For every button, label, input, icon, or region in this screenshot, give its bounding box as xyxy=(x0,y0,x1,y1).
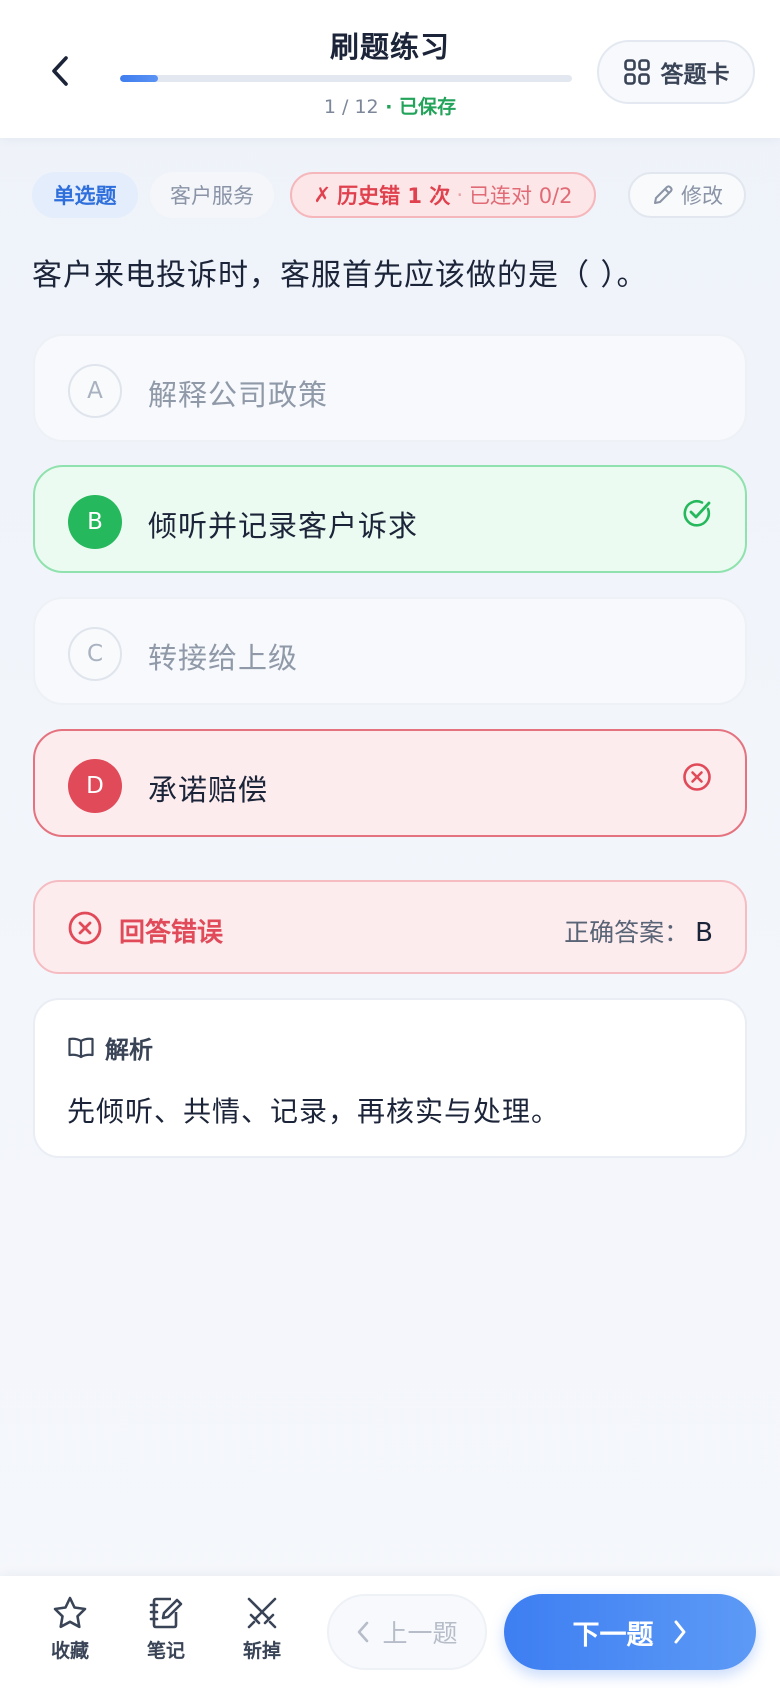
edit-label: 修改 xyxy=(681,184,723,208)
previous-question-button[interactable]: 上一题 xyxy=(327,1594,487,1670)
option-text: 承诺赔偿 xyxy=(148,773,269,807)
option-c[interactable]: C 转接给上级 xyxy=(33,597,747,705)
favorite-button[interactable]: 收藏 xyxy=(35,1594,105,1670)
answer-card-label: 答题卡 xyxy=(660,62,730,88)
star-icon xyxy=(53,1596,87,1629)
analysis-heading: 解析 xyxy=(67,1030,153,1065)
answer-card-button[interactable]: 答题卡 xyxy=(597,40,755,104)
analysis-card: 解析 先倾听、共情、记录，再核实与处理。 xyxy=(33,998,747,1158)
previous-question-label: 上一题 xyxy=(382,1619,458,1648)
option-a[interactable]: A 解释公司政策 xyxy=(33,334,747,442)
history-wrong-count: 历史错 1 次 xyxy=(337,184,451,208)
remove-label: 斩掉 xyxy=(242,1640,281,1662)
history-streak: 已连对 0/2 xyxy=(469,184,573,208)
history-wrong-mark: ✗ xyxy=(313,183,332,207)
next-question-button[interactable]: 下一题 xyxy=(504,1594,756,1670)
progress-bar xyxy=(120,75,572,82)
option-text: 转接给上级 xyxy=(148,641,299,675)
x-circle-icon xyxy=(683,763,711,791)
analysis-body: 先倾听、共情、记录，再核实与处理。 xyxy=(67,1095,561,1128)
chevron-left-icon xyxy=(358,1621,369,1643)
question-text: 客户来电投诉时，客服首先应该做的是（ ）。 xyxy=(32,258,648,293)
category-tag: 客户服务 xyxy=(150,172,274,218)
bottom-toolbar: 收藏 笔记 斩掉 上一题 下一题 xyxy=(0,1576,780,1688)
x-circle-icon xyxy=(68,911,102,945)
history-separator: · xyxy=(456,183,464,207)
book-open-icon xyxy=(68,1037,94,1058)
history-badge: ✗ 历史错 1 次 · 已连对 0/2 xyxy=(290,172,596,218)
next-question-label: 下一题 xyxy=(572,1619,654,1651)
option-text: 倾听并记录客户诉求 xyxy=(148,509,419,543)
top-bar: 刷题练习 1 / 12 · 已保存 答题卡 xyxy=(0,0,780,138)
result-banner: 回答错误 正确答案： B xyxy=(33,880,747,974)
option-b[interactable]: B 倾听并记录客户诉求 xyxy=(33,465,747,573)
chevron-right-icon xyxy=(674,1620,685,1644)
progress-separator: · xyxy=(378,96,400,118)
progress-counter: 1 / 12 xyxy=(323,96,379,118)
option-letter: B xyxy=(68,495,122,549)
grid-icon xyxy=(623,59,650,85)
correct-answer: 正确答案： B xyxy=(564,913,713,949)
remove-button[interactable]: 斩掉 xyxy=(227,1594,297,1670)
edit-button[interactable]: 修改 xyxy=(628,172,746,218)
pencil-icon xyxy=(654,185,673,204)
saved-status: 已保存 xyxy=(399,96,457,118)
question-type-tag: 单选题 xyxy=(32,172,138,218)
correct-answer-value: B xyxy=(695,918,713,948)
note-button[interactable]: 笔记 xyxy=(131,1594,201,1670)
option-text: 解释公司政策 xyxy=(148,378,329,412)
notebook-edit-icon xyxy=(149,1597,183,1629)
correct-answer-prefix: 正确答案： xyxy=(564,918,690,947)
progress-bar-fill xyxy=(120,75,158,82)
crossed-swords-icon xyxy=(247,1597,277,1629)
option-letter: D xyxy=(68,759,122,813)
note-label: 笔记 xyxy=(146,1640,185,1662)
check-circle-icon xyxy=(683,500,711,527)
analysis-heading-label: 解析 xyxy=(105,1036,153,1064)
result-label: 回答错误 xyxy=(119,918,224,948)
favorite-label: 收藏 xyxy=(50,1640,89,1662)
option-letter: C xyxy=(68,627,122,681)
option-d[interactable]: D 承诺赔偿 xyxy=(33,729,747,837)
option-letter: A xyxy=(68,364,122,418)
